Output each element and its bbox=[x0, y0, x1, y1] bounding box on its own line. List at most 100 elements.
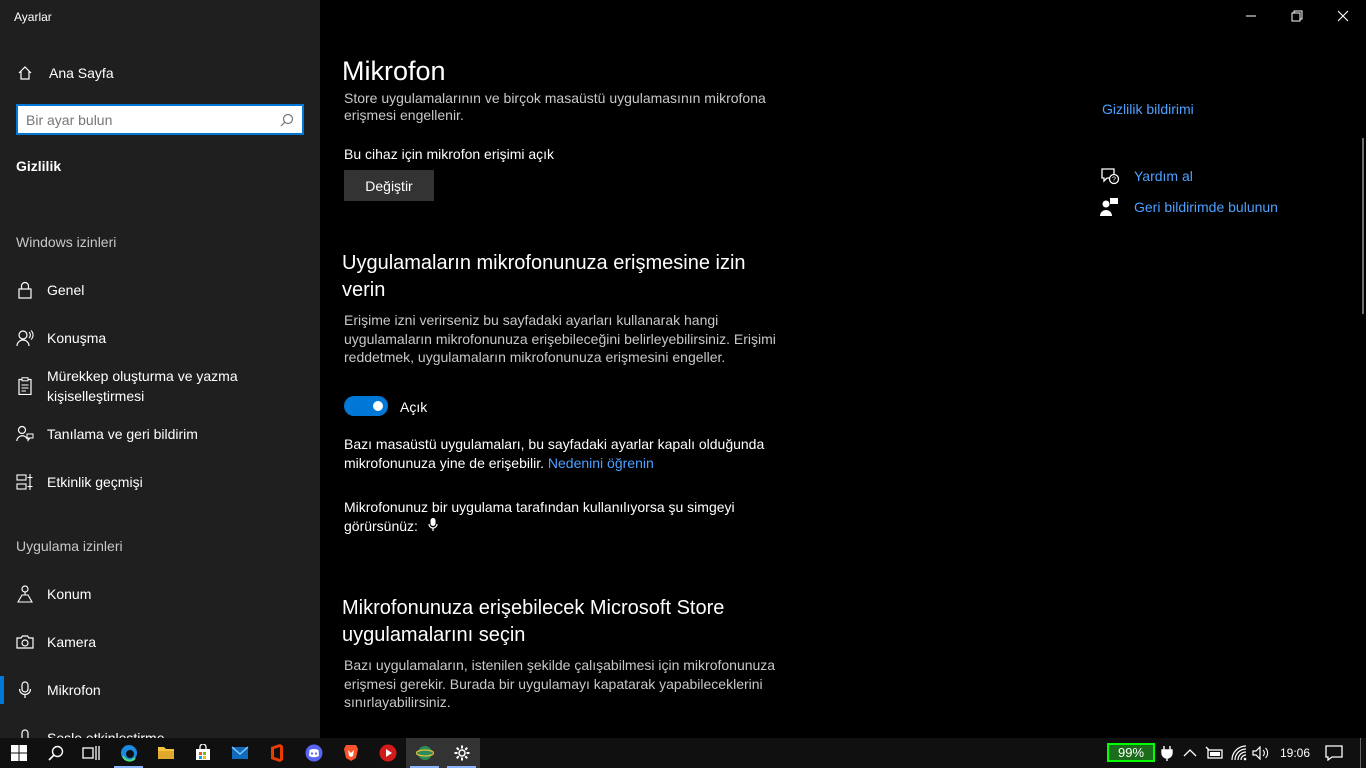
clipboard-icon bbox=[15, 376, 35, 396]
edge-browser-icon bbox=[120, 745, 137, 762]
mail-icon bbox=[231, 746, 248, 759]
mic-icon-note: Mikrofonunuz bir uygulama tarafından kul… bbox=[344, 498, 764, 535]
search-input[interactable] bbox=[18, 106, 268, 133]
sidebar-item-label: Genel bbox=[47, 282, 85, 298]
windows-logo-icon bbox=[10, 745, 27, 761]
sidebar-item-label: Tanılama ve geri bildirim bbox=[47, 426, 198, 442]
main-content: Store uygulamalarının ve birçok masaüstü… bbox=[320, 0, 1366, 738]
taskbar-search-button[interactable] bbox=[37, 738, 74, 768]
sidebar-item-location[interactable]: Konum bbox=[0, 584, 320, 604]
volume-icon[interactable] bbox=[1252, 746, 1270, 760]
taskbar-office[interactable] bbox=[258, 738, 295, 768]
toggle-state-label: Açık bbox=[400, 399, 428, 415]
voice-icon bbox=[15, 728, 35, 738]
power-plug-icon[interactable] bbox=[1160, 745, 1174, 761]
microphone-icon bbox=[428, 517, 438, 531]
sidebar-item-activity-history[interactable]: Etkinlik geçmişi bbox=[0, 472, 320, 492]
privacy-statement-link[interactable]: Gizlilik bildirimi bbox=[1102, 101, 1194, 117]
taskbar-media-player[interactable] bbox=[369, 738, 406, 768]
home-button[interactable]: Ana Sayfa bbox=[16, 62, 114, 84]
window-title: Ayarlar bbox=[14, 10, 52, 24]
sidebar-item-microphone[interactable]: Mikrofon bbox=[0, 676, 320, 704]
notification-center-icon[interactable] bbox=[1325, 745, 1343, 761]
brave-icon bbox=[343, 745, 358, 761]
store-apps-heading: Mikrofonunuza erişebilecek Microsoft Sto… bbox=[342, 597, 725, 646]
svg-text:?: ? bbox=[1112, 177, 1116, 184]
allow-apps-heading: Uygulamaların mikrofonunuza erişmesine i… bbox=[342, 252, 746, 301]
sidebar-item-voice-activation[interactable]: Sesle etkinleştirme bbox=[0, 728, 320, 738]
sidebar-item-label: Kamera bbox=[47, 634, 97, 650]
search-box[interactable] bbox=[16, 104, 304, 135]
folder-icon bbox=[157, 747, 174, 759]
allow-apps-description: Erişime izni verirseniz bu sayfadaki aya… bbox=[344, 312, 776, 365]
taskbar-settings[interactable] bbox=[443, 738, 480, 768]
home-icon bbox=[16, 64, 34, 82]
close-icon bbox=[1337, 10, 1349, 22]
learn-why-link[interactable]: Nedenini öğrenin bbox=[548, 455, 654, 471]
intro-text-line1: Store uygulamalarının ve birçok masaüstü… bbox=[344, 90, 766, 106]
minimize-icon bbox=[1246, 15, 1256, 17]
show-desktop-button[interactable] bbox=[1360, 738, 1366, 768]
give-feedback-link[interactable]: Geri bildirimde bulunun bbox=[1134, 199, 1278, 215]
sidebar-item-label: Konum bbox=[47, 586, 92, 602]
microphone-icon bbox=[15, 680, 35, 700]
battery-percentage[interactable]: 99% bbox=[1107, 743, 1155, 762]
change-button[interactable]: Değiştir bbox=[344, 170, 434, 201]
sidebar-item-label: Konuşma bbox=[47, 330, 107, 346]
allow-apps-toggle[interactable] bbox=[344, 396, 388, 416]
camera-icon bbox=[15, 632, 35, 652]
feedback-icon bbox=[15, 424, 35, 444]
speech-icon bbox=[15, 328, 35, 348]
chevron-up-icon[interactable] bbox=[1183, 747, 1197, 759]
taskbar-file-explorer[interactable] bbox=[147, 738, 184, 768]
taskbar: 99% 19:06 bbox=[0, 738, 1366, 768]
sidebar-item-label: Mürekkep oluşturma ve yazma kişiselleşti… bbox=[47, 368, 238, 404]
restore-button[interactable] bbox=[1274, 0, 1320, 32]
home-label: Ana Sayfa bbox=[49, 65, 114, 81]
get-help-link[interactable]: Yardım al bbox=[1134, 168, 1193, 184]
globe-app-icon bbox=[415, 746, 434, 760]
intro-text-line2: erişmesi engellenir. bbox=[344, 107, 464, 123]
media-player-icon bbox=[379, 744, 396, 762]
sidebar-item-label: Sesle etkinleştirme bbox=[47, 730, 165, 738]
scrollbar[interactable] bbox=[1362, 138, 1364, 314]
taskbar-discord[interactable] bbox=[295, 738, 332, 768]
sidebar-item-camera[interactable]: Kamera bbox=[0, 632, 320, 652]
sidebar-item-speech[interactable]: Konuşma bbox=[0, 328, 320, 348]
device-access-status: Bu cihaz için mikrofon erişimi açık bbox=[344, 146, 555, 162]
taskbar-maps-app[interactable] bbox=[406, 738, 443, 768]
battery-status-icon[interactable] bbox=[1205, 746, 1223, 760]
store-bag-icon bbox=[195, 744, 210, 760]
taskbar-edge[interactable] bbox=[110, 738, 147, 768]
sidebar-item-inking-typing[interactable]: Mürekkep oluşturma ve yazma kişiselleşti… bbox=[0, 366, 320, 406]
close-button[interactable] bbox=[1320, 0, 1366, 32]
sidebar-item-diagnostics[interactable]: Tanılama ve geri bildirim bbox=[0, 424, 320, 444]
lock-icon bbox=[15, 280, 35, 300]
current-section-title: Gizlilik bbox=[16, 158, 62, 174]
feedback-icon bbox=[1100, 198, 1118, 216]
taskbar-brave[interactable] bbox=[332, 738, 369, 768]
clock-time[interactable]: 19:06 bbox=[1280, 746, 1310, 760]
minimize-button[interactable] bbox=[1228, 0, 1274, 32]
task-view-icon bbox=[81, 746, 100, 760]
sidebar-item-general[interactable]: Genel bbox=[0, 280, 320, 300]
sidebar: Ayarlar Ana Sayfa Gizlilik Windows izinl… bbox=[0, 0, 320, 738]
taskbar-mail[interactable] bbox=[221, 738, 258, 768]
wifi-icon[interactable] bbox=[1231, 745, 1247, 761]
restore-icon bbox=[1291, 10, 1303, 22]
task-view-button[interactable] bbox=[72, 738, 109, 768]
sidebar-item-label: Etkinlik geçmişi bbox=[47, 474, 143, 490]
location-icon bbox=[15, 584, 35, 604]
mic-icon-note-text: Mikrofonunuz bir uygulama tarafından kul… bbox=[344, 499, 735, 534]
windows-permissions-heading: Windows izinleri bbox=[16, 234, 117, 250]
search-icon[interactable] bbox=[280, 113, 294, 127]
taskbar-store[interactable] bbox=[184, 738, 221, 768]
office-icon bbox=[270, 744, 283, 762]
store-apps-description: Bazı uygulamaların, istenilen şekilde ça… bbox=[344, 657, 776, 710]
start-button[interactable] bbox=[0, 738, 37, 768]
discord-icon bbox=[305, 744, 322, 762]
timeline-icon bbox=[15, 472, 35, 492]
help-icon: ? bbox=[1101, 168, 1120, 185]
gear-icon bbox=[454, 745, 469, 761]
page-title: Mikrofon bbox=[342, 56, 454, 87]
